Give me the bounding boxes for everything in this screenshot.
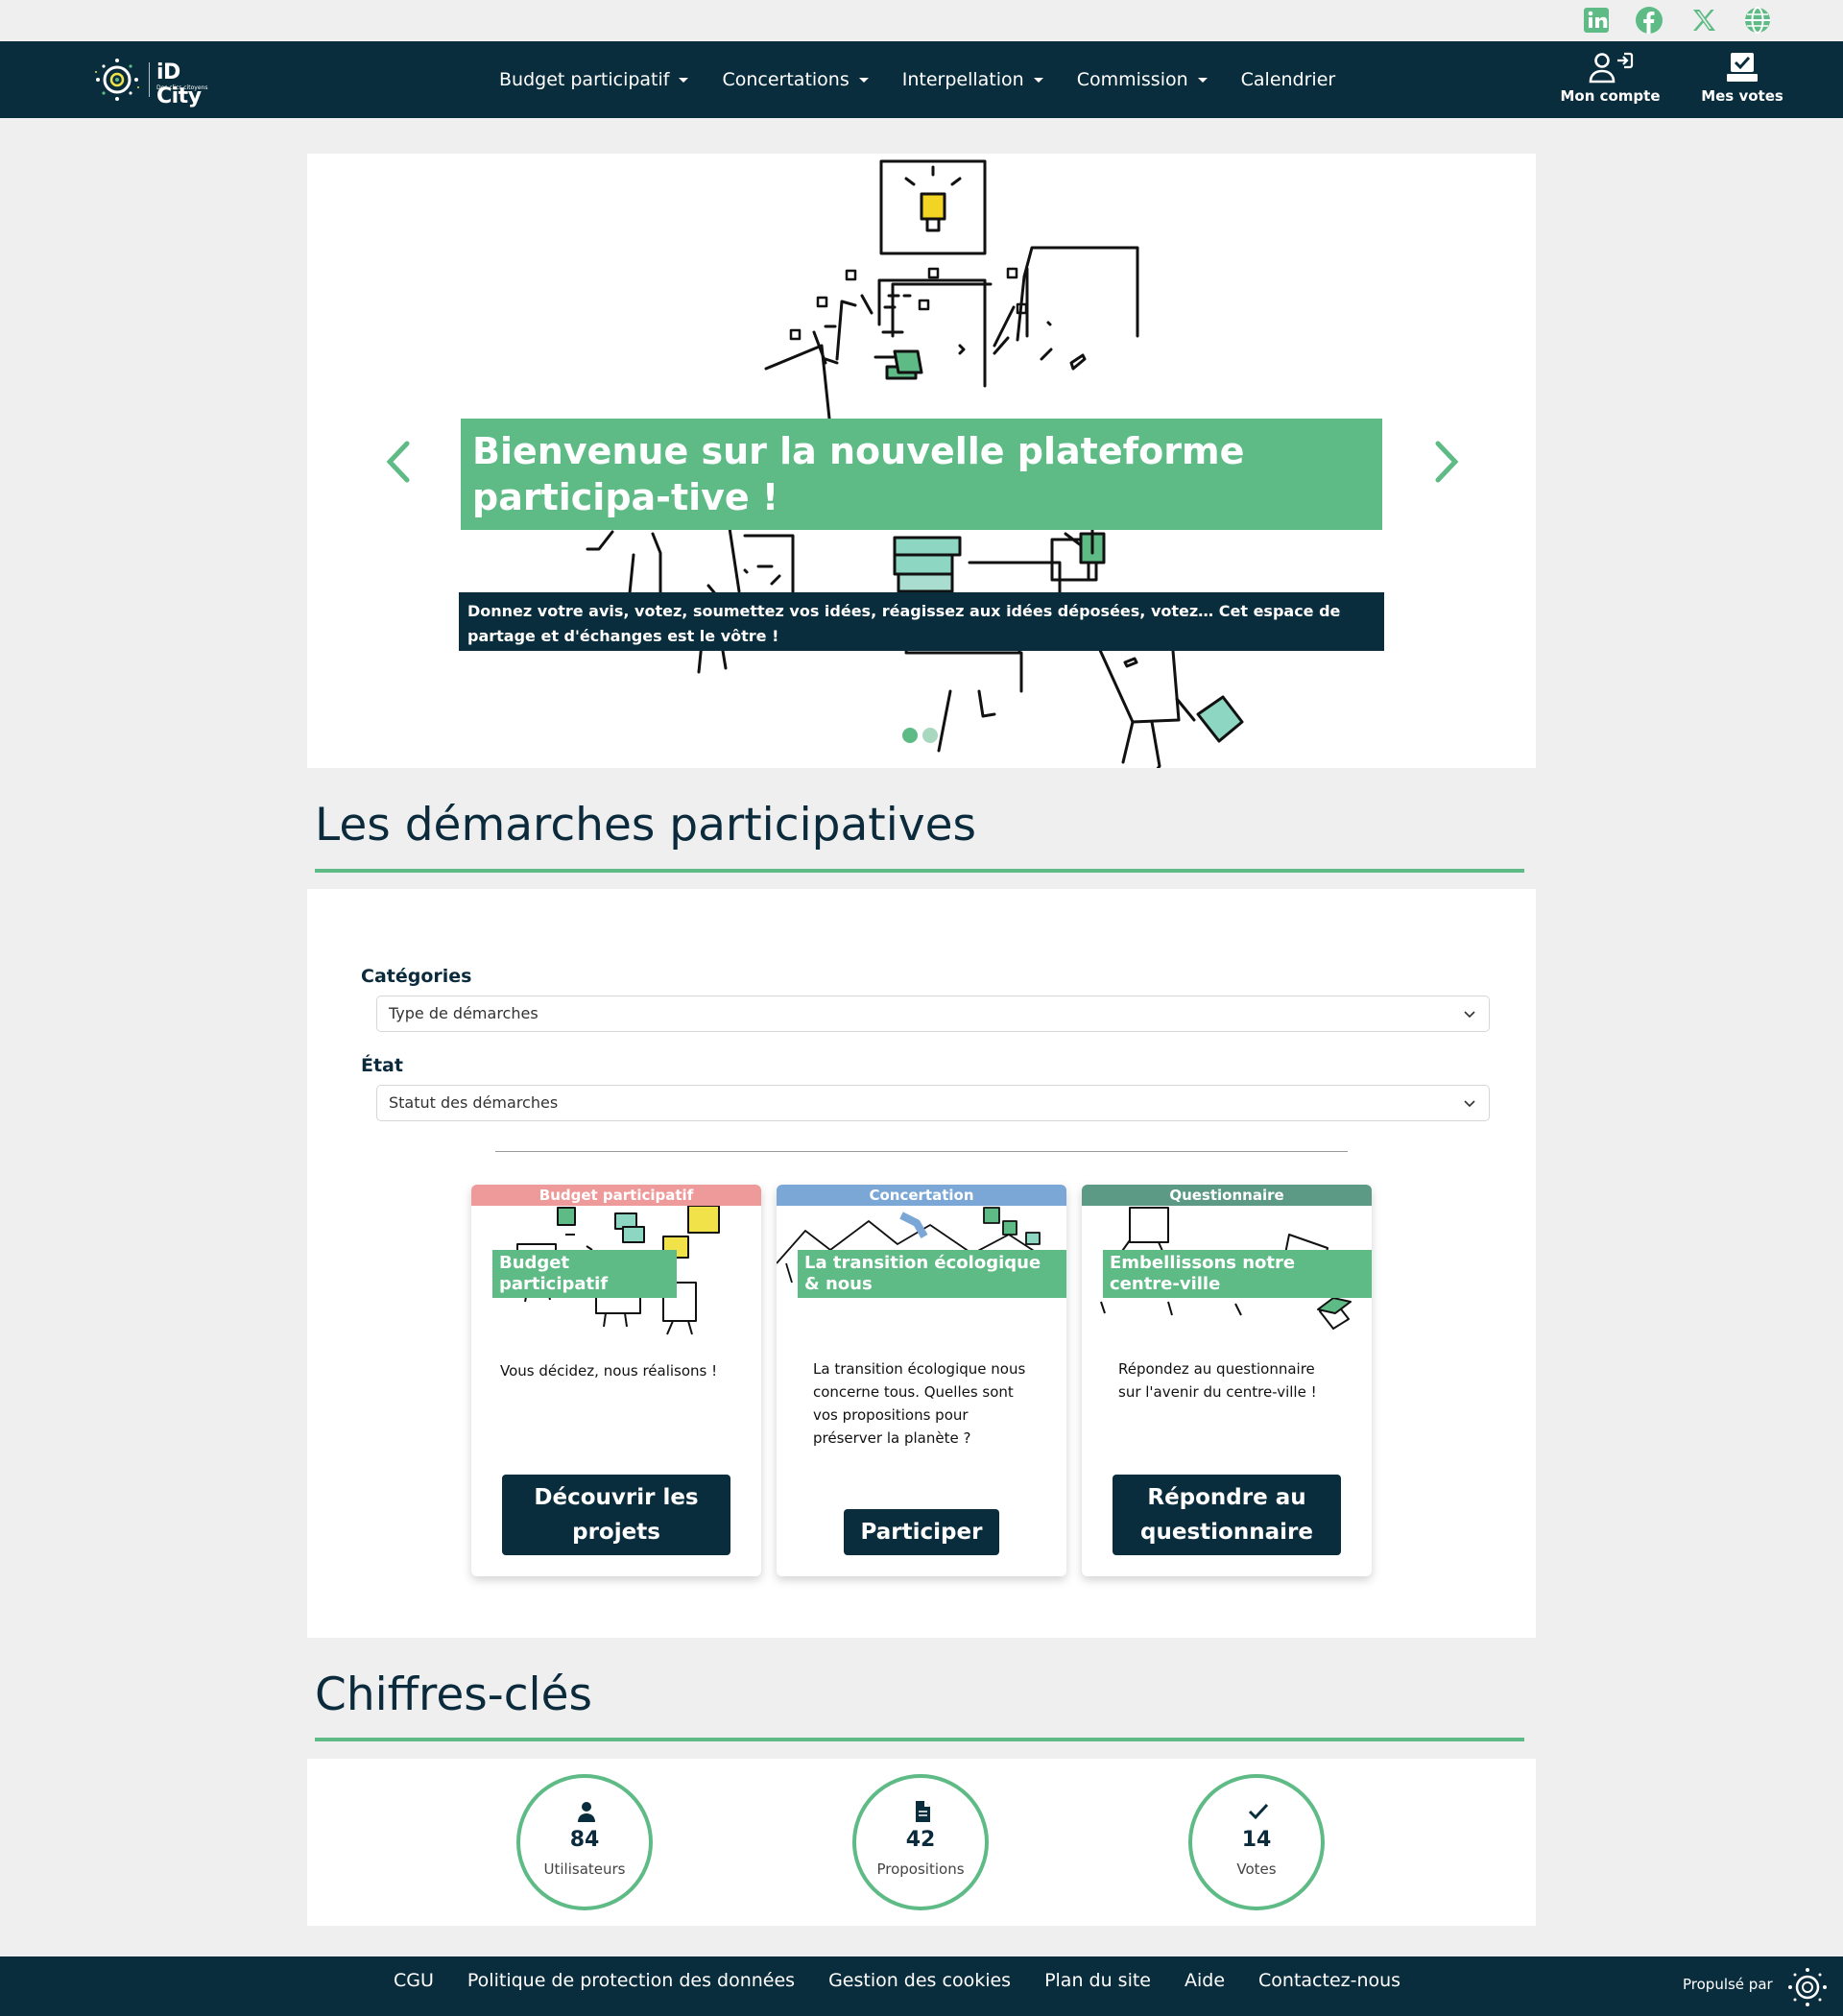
site-logo[interactable]: iD City Des clics citoyens	[93, 55, 227, 108]
facebook-icon[interactable]	[1635, 6, 1663, 35]
hero-title: Bienvenue sur la nouvelle plateforme par…	[461, 419, 1382, 530]
stat-label: Propositions	[876, 1860, 965, 1878]
footer-link-sitemap[interactable]: Plan du site	[1044, 1970, 1151, 1991]
logo-divider	[149, 62, 150, 97]
state-select-value: Statut des démarches	[389, 1093, 559, 1112]
globe-icon[interactable]	[1743, 6, 1772, 35]
card-title: Budget participatif	[492, 1250, 677, 1298]
votes-label: Mes votes	[1701, 87, 1783, 105]
discover-projects-button[interactable]: Découvrir les projets	[502, 1475, 730, 1555]
stat-users: 84 Utilisateurs	[516, 1774, 653, 1910]
my-votes-button[interactable]: Mes votes	[1694, 51, 1790, 105]
main-navbar: iD City Des clics citoyens Budget partic…	[0, 41, 1843, 118]
check-icon	[1248, 1803, 1269, 1820]
card-description: La transition écologique nous concerne t…	[813, 1360, 1026, 1447]
menu-interpellation[interactable]: Interpellation	[902, 69, 1043, 90]
carousel-dot-2[interactable]	[922, 728, 938, 743]
footer-links: CGU Politique de protection des données …	[394, 1956, 1434, 2004]
menu-budget-participatif[interactable]: Budget participatif	[499, 69, 689, 90]
hero-carousel: Bienvenue sur la nouvelle plateforme par…	[307, 154, 1536, 768]
caret-down-icon	[1033, 77, 1043, 83]
file-icon	[916, 1801, 930, 1822]
stat-value: 84	[569, 1828, 600, 1852]
demarches-panel: Catégories Type de démarches État Statut…	[307, 889, 1536, 1638]
demarche-card-budget[interactable]: Budget participatif Budget participatif …	[471, 1185, 761, 1576]
divider	[495, 1151, 1348, 1152]
account-label: Mon compte	[1560, 87, 1661, 105]
linkedin-icon[interactable]	[1582, 6, 1611, 35]
card-description: Vous décidez, nous réalisons !	[500, 1362, 718, 1380]
x-icon[interactable]	[1689, 6, 1718, 35]
caret-down-icon	[858, 77, 869, 83]
menu-calendrier[interactable]: Calendrier	[1241, 69, 1336, 90]
state-select[interactable]: Statut des démarches	[376, 1085, 1490, 1121]
category-select[interactable]: Type de démarches	[376, 996, 1490, 1032]
chevron-down-icon	[1464, 1011, 1475, 1019]
answer-questionnaire-button[interactable]: Répondre au questionnaire	[1113, 1475, 1341, 1555]
stat-value: 14	[1241, 1828, 1272, 1852]
hero-subtitle: Donnez votre avis, votez, soumettez vos …	[459, 592, 1384, 651]
ballot-box-icon	[1727, 53, 1758, 82]
category-select-value: Type de démarches	[389, 1004, 539, 1022]
social-bar	[0, 0, 1843, 41]
account-button[interactable]: Mon compte	[1560, 51, 1661, 105]
logo-tagline: Des clics citoyens	[156, 84, 208, 91]
caret-down-icon	[1197, 77, 1208, 83]
footer-link-privacy[interactable]: Politique de protection des données	[467, 1970, 795, 1991]
stats-section-title: Chiffres-clés	[315, 1668, 592, 1721]
footer-link-contact[interactable]: Contactez-nous	[1258, 1970, 1400, 1991]
footer-link-help[interactable]: Aide	[1185, 1970, 1225, 1991]
category-label: Catégories	[361, 966, 472, 987]
stat-label: Utilisateurs	[543, 1860, 626, 1878]
user-login-icon	[1589, 52, 1633, 84]
section-underline	[315, 869, 1524, 873]
card-category-tag: Questionnaire	[1082, 1185, 1372, 1206]
demarche-card-concertation[interactable]: Concertation La transition écologique & …	[777, 1185, 1066, 1576]
card-category-tag: Budget participatif	[471, 1185, 761, 1206]
stats-panel: 84 Utilisateurs 42 Propositions 14 Votes	[307, 1759, 1536, 1926]
carousel-next-icon[interactable]	[1426, 438, 1465, 486]
chevron-down-icon	[1464, 1100, 1475, 1108]
stat-votes: 14 Votes	[1188, 1774, 1325, 1910]
carousel-prev-icon[interactable]	[380, 438, 419, 486]
footer-link-cgu[interactable]: CGU	[394, 1970, 434, 1991]
idcity-logo-icon[interactable]	[1785, 1965, 1830, 2009]
main-menu: Budget participatif Concertations Interp…	[499, 41, 1369, 118]
carousel-indicators	[902, 728, 943, 743]
card-description: Répondez au questionnaire sur l'avenir d…	[1118, 1360, 1317, 1401]
site-footer: CGU Politique de protection des données …	[0, 1956, 1843, 2016]
stat-label: Votes	[1236, 1860, 1277, 1878]
carousel-dot-1[interactable]	[902, 728, 918, 743]
participate-button[interactable]: Participer	[844, 1509, 999, 1555]
state-label: État	[361, 1055, 403, 1076]
section-underline	[315, 1738, 1524, 1741]
idcity-logo-icon	[95, 59, 139, 101]
menu-commission[interactable]: Commission	[1077, 69, 1208, 90]
footer-link-cookies[interactable]: Gestion des cookies	[828, 1970, 1011, 1991]
demarche-card-questionnaire[interactable]: Questionnaire Embellissons notre centre-…	[1082, 1185, 1372, 1576]
demarches-section-title: Les démarches participatives	[315, 799, 976, 852]
stat-proposals: 42 Propositions	[852, 1774, 989, 1910]
user-icon	[578, 1802, 595, 1822]
card-category-tag: Concertation	[777, 1185, 1066, 1206]
card-title: La transition écologique & nous	[798, 1250, 1066, 1298]
card-title: Embellissons notre centre-ville	[1103, 1250, 1372, 1298]
caret-down-icon	[679, 77, 689, 83]
menu-concertations[interactable]: Concertations	[722, 69, 869, 90]
stat-value: 42	[905, 1828, 936, 1852]
powered-by-label: Propulsé par	[1683, 1976, 1773, 1993]
